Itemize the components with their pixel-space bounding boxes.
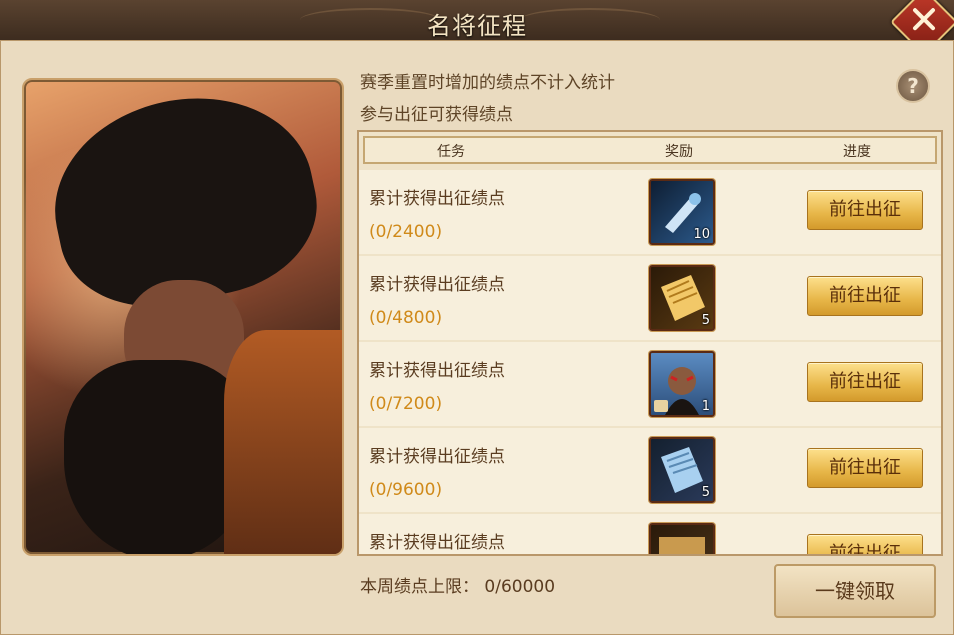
info-line-points: 参与出征可获得绩点 — [360, 105, 513, 125]
claim-all-button[interactable]: 一键领取 — [774, 564, 936, 618]
task-progress: (0/4800) — [369, 308, 443, 328]
gold-scroll-icon[interactable]: 5 — [649, 265, 715, 331]
gift-icon — [654, 400, 668, 412]
task-label: 累计获得出征绩点 — [369, 361, 505, 381]
task-table-header: 任务 奖励 进度 — [363, 136, 937, 164]
task-row: 累计获得出征绩点 前往出征 — [359, 514, 941, 554]
go-expedition-button[interactable]: 前往出征 — [807, 190, 923, 230]
page-title: 名将征程 — [427, 12, 527, 40]
help-button[interactable]: ? — [896, 69, 930, 103]
header-task: 任务 — [437, 144, 465, 160]
reward-quantity: 1 — [701, 399, 710, 414]
header-progress: 进度 — [843, 144, 871, 160]
header-reward: 奖励 — [665, 144, 693, 160]
close-icon — [913, 8, 935, 31]
general-portrait — [22, 78, 344, 556]
weekly-limit: 本周绩点上限： 0/60000 — [360, 577, 556, 597]
question-icon: ? — [907, 74, 919, 98]
go-expedition-button[interactable]: 前往出征 — [807, 534, 923, 554]
task-label: 累计获得出征绩点 — [369, 533, 505, 553]
go-expedition-button[interactable]: 前往出征 — [807, 362, 923, 402]
task-label: 累计获得出征绩点 — [369, 447, 505, 467]
task-row: 累计获得出征绩点 (0/7200) 1 前往出征 — [359, 342, 941, 426]
task-label: 累计获得出征绩点 — [369, 275, 505, 295]
scroll-bundle-icon[interactable]: 10 — [649, 179, 715, 245]
task-row: 累计获得出征绩点 (0/4800) 5 前往出征 — [359, 256, 941, 340]
task-row: 累计获得出征绩点 (0/2400) 10 前往出征 — [359, 170, 941, 254]
map-scroll-icon[interactable] — [649, 523, 715, 554]
task-panel: 任务 奖励 进度 累计获得出征绩点 (0/2400) 10 前往出征 累计获得出… — [357, 130, 943, 556]
task-row: 累计获得出征绩点 (0/9600) 5 前往出征 — [359, 428, 941, 512]
reward-quantity: 10 — [693, 227, 710, 242]
task-label: 累计获得出征绩点 — [369, 189, 505, 209]
go-expedition-button[interactable]: 前往出征 — [807, 276, 923, 316]
task-progress: (0/2400) — [369, 222, 443, 242]
task-progress: (0/7200) — [369, 394, 443, 414]
title-bar: 名将征程 — [0, 0, 954, 56]
task-progress: (0/9600) — [369, 480, 443, 500]
go-expedition-button[interactable]: 前往出征 — [807, 448, 923, 488]
blue-scroll-icon[interactable]: 5 — [649, 437, 715, 503]
reward-quantity: 5 — [701, 313, 710, 328]
general-portrait-icon[interactable]: 1 — [649, 351, 715, 417]
reward-quantity: 5 — [701, 485, 710, 500]
info-line-season: 赛季重置时增加的绩点不计入统计 — [360, 73, 615, 93]
task-list[interactable]: 累计获得出征绩点 (0/2400) 10 前往出征 累计获得出征绩点 (0/48… — [359, 170, 941, 554]
